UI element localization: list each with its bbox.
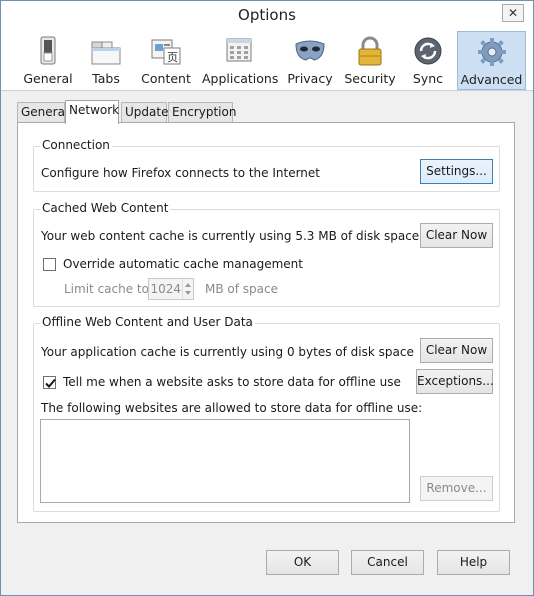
network-panel: Connection Configure how Firefox connect…	[17, 122, 515, 523]
options-window: Options ✕ General Tabs 页 Content Applica…	[0, 0, 534, 596]
toolbar-item-label: Sync	[412, 71, 444, 86]
connection-group: Connection Configure how Firefox connect…	[33, 138, 500, 192]
toolbar-item-label: Tabs	[92, 71, 120, 86]
limit-cache-unit: MB of space	[205, 282, 278, 296]
connection-settings-button[interactable]: Settings...	[420, 159, 493, 184]
cache-limit-spinbox[interactable]: 1024	[148, 278, 194, 300]
switch-icon	[40, 36, 56, 65]
tell-offline-checkbox[interactable]	[43, 376, 56, 389]
cache-title: Cached Web Content	[40, 201, 171, 215]
mask-icon	[295, 40, 325, 61]
offline-group: Offline Web Content and User Data Your a…	[33, 315, 500, 512]
tell-offline-label: Tell me when a website asks to store dat…	[63, 375, 401, 389]
override-cache-checkbox[interactable]	[43, 258, 56, 271]
tabs-icon	[91, 41, 121, 65]
toolbar-item-tabs[interactable]: Tabs	[85, 31, 127, 90]
applications-icon	[226, 38, 252, 62]
toolbar-item-label: General	[23, 71, 73, 86]
tab-encryption[interactable]: Encryption	[168, 102, 236, 123]
cache-description: Your web content cache is currently usin…	[41, 229, 420, 243]
cancel-button[interactable]: Cancel	[351, 550, 424, 575]
padlock-icon	[358, 36, 382, 66]
offline-description: Your application cache is currently usin…	[41, 345, 414, 359]
toolbar-item-content[interactable]: 页 Content	[139, 31, 193, 90]
cache-group: Cached Web Content Your web content cach…	[33, 201, 500, 307]
offline-websites-list[interactable]	[40, 419, 410, 503]
connection-title: Connection	[40, 138, 112, 152]
spin-arrows-icon	[185, 283, 191, 295]
toolbar-item-general[interactable]: General	[21, 31, 75, 90]
preferences-toolbar: General Tabs 页 Content Applications Priv…	[1, 31, 533, 91]
close-button[interactable]: ✕	[502, 4, 524, 22]
offline-title: Offline Web Content and User Data	[40, 315, 255, 329]
toolbar-item-advanced[interactable]: Advanced	[457, 31, 526, 90]
toolbar-item-label: Advanced	[460, 72, 523, 87]
toolbar-item-label: Privacy	[287, 71, 333, 86]
cache-limit-value: 1024	[150, 282, 181, 296]
tab-network[interactable]: Network	[65, 100, 119, 124]
help-button[interactable]: Help	[437, 550, 510, 575]
allowed-websites-label: The following websites are allowed to st…	[41, 401, 423, 415]
gear-icon	[477, 38, 506, 66]
toolbar-item-label: Content	[141, 71, 191, 86]
toolbar-item-applications[interactable]: Applications	[202, 31, 279, 90]
toolbar-item-sync[interactable]: Sync	[405, 31, 451, 90]
toolbar-item-security[interactable]: Security	[343, 31, 397, 90]
offline-exceptions-button[interactable]: Exceptions...	[416, 369, 494, 394]
title-bar: Options ✕	[1, 1, 533, 31]
connection-description: Configure how Firefox connects to the In…	[41, 166, 320, 180]
sync-icon	[414, 37, 442, 65]
svg-text:页: 页	[167, 51, 178, 64]
spin-arrows[interactable]	[182, 279, 193, 299]
window-title: Options	[238, 6, 296, 24]
tab-general[interactable]: General	[17, 102, 68, 123]
toolbar-item-privacy[interactable]: Privacy	[286, 31, 334, 90]
offline-clear-button[interactable]: Clear Now	[420, 338, 493, 363]
toolbar-item-label: Security	[344, 71, 396, 86]
cache-clear-button[interactable]: Clear Now	[420, 223, 493, 248]
override-cache-label: Override automatic cache management	[63, 257, 303, 271]
tab-update[interactable]: Update	[121, 102, 168, 123]
limit-cache-label: Limit cache to	[64, 282, 149, 296]
toolbar-item-label: Applications	[202, 71, 279, 86]
ok-button[interactable]: OK	[266, 550, 339, 575]
checkmark-icon	[45, 378, 56, 388]
content-icon: 页	[151, 39, 181, 65]
remove-website-button[interactable]: Remove...	[420, 476, 493, 501]
